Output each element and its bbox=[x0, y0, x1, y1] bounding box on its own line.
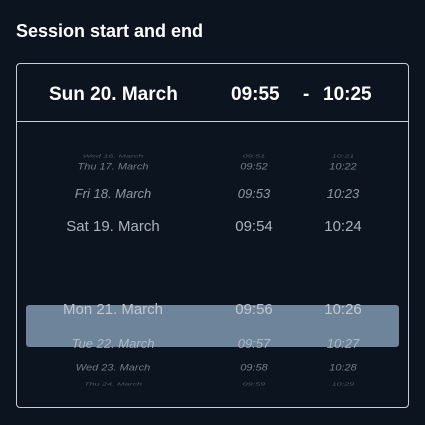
wheel-start-time: 09:56 bbox=[235, 301, 273, 318]
wheel-date: Fri 18. March bbox=[74, 186, 152, 201]
wheel-start-time: 09:54 bbox=[235, 218, 273, 235]
wheel-end-time: 10:22 bbox=[329, 161, 357, 173]
wheel-end-time: 10:28 bbox=[329, 362, 357, 374]
wheel-end-time: 10:23 bbox=[326, 186, 360, 201]
wheel-date: Sat 19. March bbox=[66, 218, 160, 235]
selected-session-summary: Sun 20. March 09:55 - 10:25 bbox=[17, 64, 408, 122]
summary-date: Sun 20. March bbox=[49, 84, 178, 105]
wheel-separator: - bbox=[303, 260, 311, 281]
wheel-date: Wed 23. March bbox=[75, 362, 151, 374]
date-time-wheel[interactable]: Wed 16. March 09:51 10:21 Thu 17. March 09:5… bbox=[17, 122, 408, 407]
session-picker[interactable]: Sun 20. March 09:55 - 10:25 Wed 16. Marc… bbox=[16, 63, 409, 408]
panel-title: Session start and end bbox=[16, 21, 204, 41]
summary-end-time: 10:25 bbox=[323, 84, 372, 105]
summary-start-time: 09:55 bbox=[231, 84, 280, 105]
wheel-start-time: 09:58 bbox=[240, 362, 268, 374]
wheel-date: Thu 24. March bbox=[83, 381, 143, 387]
wheel-start-time: 09:51 bbox=[242, 153, 266, 159]
wheel-end-time: 10:29 bbox=[331, 381, 355, 387]
wheel-start-time: 09:53 bbox=[237, 186, 271, 201]
wheel-end-time: 10:27 bbox=[326, 336, 360, 351]
wheel-end-time: 10:21 bbox=[331, 153, 355, 159]
wheel-date: Tue 22. March bbox=[71, 336, 155, 351]
wheel-date: Mon 21. March bbox=[62, 301, 164, 318]
wheel-date: Wed 16. March bbox=[82, 153, 144, 159]
wheel-end-time: 10:24 bbox=[324, 218, 362, 235]
wheel-start-time: 09:57 bbox=[237, 336, 271, 351]
wheel-date: Thu 17. March bbox=[77, 161, 149, 173]
summary-separator: - bbox=[303, 84, 310, 105]
wheel-end-time: 10:26 bbox=[324, 301, 362, 318]
session-panel: Session start and end Sun 20. March 09:5… bbox=[0, 0, 425, 425]
wheel-start-time: 09:55 bbox=[229, 260, 279, 281]
wheel-start-time: 09:59 bbox=[242, 381, 266, 387]
wheel-start-time: 09:52 bbox=[240, 161, 268, 173]
wheel-end-time: 10:25 bbox=[318, 260, 368, 281]
wheel-date: Sun 20. March bbox=[48, 260, 178, 281]
